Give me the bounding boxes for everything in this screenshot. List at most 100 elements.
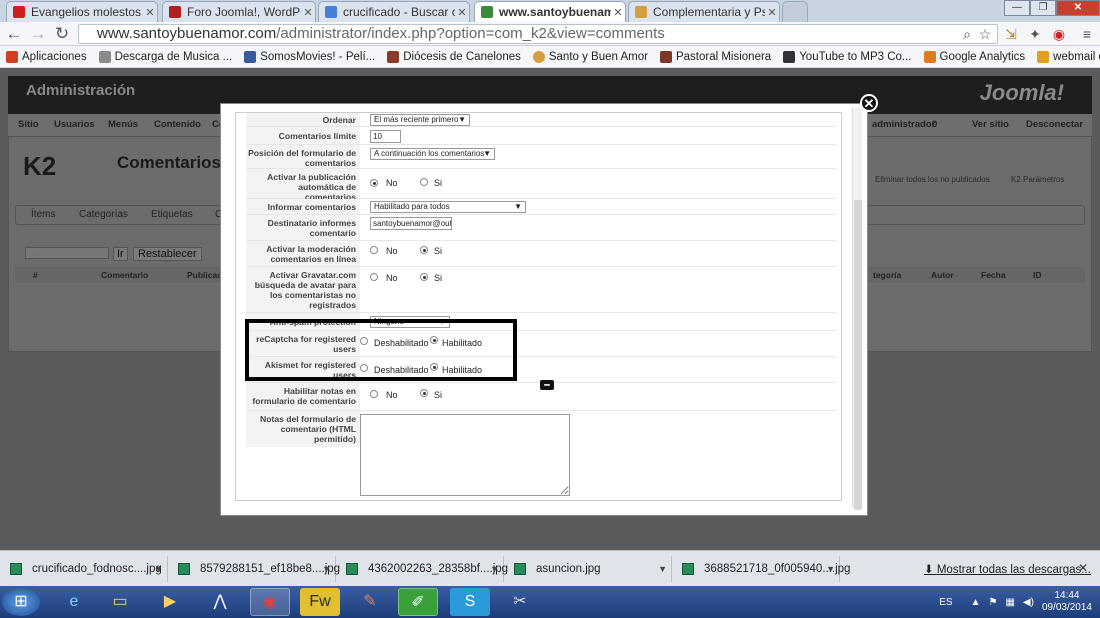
k2-params-button[interactable]: K2 Parámetros xyxy=(1011,175,1064,184)
form-position-select[interactable]: A continuación los comentarios ▼ xyxy=(370,148,495,160)
download-item[interactable]: 3688521718_0f005940....jpg ▼ xyxy=(672,556,850,582)
extension-icon[interactable]: ✦ xyxy=(1026,25,1044,43)
clock[interactable]: 14:44 09/03/2014 xyxy=(1042,590,1092,614)
back-icon[interactable]: ← xyxy=(4,24,24,44)
extension-icon[interactable]: ⇲ xyxy=(1002,25,1020,43)
menu-menus[interactable]: Menús xyxy=(108,119,138,130)
report-recipient-input[interactable]: santoybuenamor@outlo xyxy=(370,217,452,230)
reload-icon[interactable]: ↻ xyxy=(52,24,72,44)
tab-items[interactable]: Ítems xyxy=(31,209,55,220)
forward-icon[interactable]: → xyxy=(28,24,48,44)
app-icon[interactable]: ✎ xyxy=(350,588,390,616)
download-item[interactable]: asuncion.jpg ▼ xyxy=(504,556,672,582)
show-all-downloads-link[interactable]: ⬇ Mostrar todas las descargas... xyxy=(924,562,1091,576)
new-tab-button[interactable] xyxy=(782,1,808,22)
chevron-down-icon[interactable]: ▼ xyxy=(490,564,499,574)
close-window-icon[interactable]: ✕ xyxy=(1056,0,1100,16)
ordering-select[interactable]: El más reciente primero ▼ xyxy=(370,114,470,126)
tab-categorias[interactable]: Categorías xyxy=(79,209,128,220)
network-icon[interactable]: ▦ xyxy=(1005,597,1014,608)
col-comment[interactable]: Comentario xyxy=(101,270,148,280)
col-author[interactable]: Autor xyxy=(931,270,954,280)
internet-explorer-icon[interactable]: e xyxy=(54,588,94,616)
form-notes-textarea[interactable] xyxy=(360,414,570,496)
maximize-icon[interactable]: ❐ xyxy=(1030,0,1056,16)
tab-close-icon[interactable]: ✕ xyxy=(143,6,157,19)
start-button-icon[interactable]: ⊞ xyxy=(2,588,40,616)
bookmark-item[interactable]: webmail diocesis xyxy=(1037,50,1100,63)
download-item[interactable]: crucificado_fodnosc....jpg ▼ xyxy=(0,556,168,582)
reset-button[interactable]: Restablecer xyxy=(133,247,202,261)
chevron-down-icon[interactable]: ▼ xyxy=(826,564,835,574)
chevron-down-icon[interactable]: ▼ xyxy=(658,564,667,574)
tab-close-icon[interactable]: ✕ xyxy=(301,6,315,19)
app-icon[interactable]: ✐ xyxy=(398,588,438,616)
menu-icon[interactable]: ≡ xyxy=(1078,25,1096,43)
bookmark-item[interactable]: Santo y Buen Amor xyxy=(532,50,648,63)
skype-icon[interactable]: S xyxy=(450,588,490,616)
app-icon[interactable]: ⋀ xyxy=(200,588,240,616)
scrollbar-thumb[interactable] xyxy=(854,200,862,510)
bookmark-apps[interactable]: Aplicaciones xyxy=(6,50,87,63)
moderation-no-radio[interactable] xyxy=(370,246,378,254)
tab-santoybuenamor[interactable]: www.santoybuenamor.co ✕ xyxy=(474,1,626,22)
gravatar-si-radio[interactable] xyxy=(420,273,428,281)
minimize-icon[interactable]: — xyxy=(1004,0,1030,16)
go-button[interactable]: Ir xyxy=(113,247,128,261)
search-icon[interactable]: ⌕ xyxy=(958,25,976,43)
notes-no-radio[interactable] xyxy=(370,390,378,398)
url-bar[interactable]: www.santoybuenamor.com/administrator/ind… xyxy=(78,24,998,44)
chrome-icon[interactable]: ◉ xyxy=(250,588,290,616)
tab-close-icon[interactable]: ✕ xyxy=(455,6,469,19)
fireworks-icon[interactable]: Fw xyxy=(300,588,340,616)
menu-sitio[interactable]: Sitio xyxy=(18,119,39,130)
tab-foro-joomla[interactable]: Foro Joomla!, WordPress y ✕ xyxy=(162,1,316,22)
tab-google-search[interactable]: crucificado - Buscar con G ✕ xyxy=(318,1,470,22)
bookmark-item[interactable]: Google Analytics xyxy=(923,50,1025,63)
report-comments-select[interactable]: Habilitado para todos ▼ xyxy=(370,201,526,213)
col-published[interactable]: Publicad xyxy=(187,270,222,280)
collapse-icon[interactable]: ━ xyxy=(540,380,554,390)
filter-input[interactable] xyxy=(25,247,109,259)
opera-extension-icon[interactable]: ◉ xyxy=(1050,25,1068,43)
menu-usuarios[interactable]: Usuarios xyxy=(54,119,95,130)
modal-scrollbar[interactable] xyxy=(852,108,862,510)
bookmark-item[interactable]: SomosMovies! - Pelí... xyxy=(244,50,375,63)
file-explorer-icon[interactable]: ▭ xyxy=(100,588,140,616)
media-player-icon[interactable]: ▶ xyxy=(150,588,190,616)
col-id[interactable]: ID xyxy=(1033,270,1042,280)
download-item[interactable]: 8579288151_ef18be8....jpg ▼ xyxy=(168,556,340,582)
comment-limit-input[interactable]: 10 xyxy=(370,130,401,143)
tab-complementaria[interactable]: Complementaria y Psicóp ✕ xyxy=(628,1,780,22)
col-category[interactable]: tegoría xyxy=(873,270,901,280)
logout-link[interactable]: Desconectar xyxy=(1026,119,1083,130)
delete-unpublished-button[interactable]: Eliminar todos los no publicados xyxy=(875,175,1005,184)
modal-close-icon[interactable]: ✕ xyxy=(860,94,878,112)
chevron-down-icon[interactable]: ▼ xyxy=(154,564,163,574)
moderation-si-radio[interactable] xyxy=(420,246,428,254)
language-indicator[interactable]: ES xyxy=(939,597,952,608)
close-downloads-icon[interactable]: ✕ xyxy=(1078,561,1088,575)
bookmark-item[interactable]: Descarga de Musica ... xyxy=(98,50,232,63)
tab-evangelios[interactable]: Evangelios molestos - ✕ xyxy=(6,1,158,22)
autopublish-si-radio[interactable] xyxy=(420,178,428,186)
col-date[interactable]: Fecha xyxy=(981,270,1006,280)
bookmark-item[interactable]: Diócesis de Canelones xyxy=(387,50,521,63)
tab-close-icon[interactable]: ✕ xyxy=(611,6,625,19)
snipping-tool-icon[interactable]: ✂ xyxy=(500,588,540,616)
star-icon[interactable]: ☆ xyxy=(976,25,994,43)
volume-icon[interactable]: ◀) xyxy=(1023,597,1034,608)
view-site-link[interactable]: Ver sitio xyxy=(972,119,1009,130)
gravatar-no-radio[interactable] xyxy=(370,273,378,281)
autopublish-no-radio[interactable] xyxy=(370,179,378,187)
tab-etiquetas[interactable]: Etiquetas xyxy=(151,209,193,220)
show-hidden-icons-icon[interactable]: ▲ xyxy=(971,597,981,608)
bookmark-item[interactable]: YouTube to MP3 Co... xyxy=(783,50,912,63)
flag-icon[interactable]: ⚑ xyxy=(988,597,997,608)
chevron-down-icon[interactable]: ▼ xyxy=(322,564,331,574)
download-item[interactable]: 4362002263_28358bf....jpg ▼ xyxy=(336,556,508,582)
tab-close-icon[interactable]: ✕ xyxy=(765,6,779,19)
notes-si-radio[interactable] xyxy=(420,389,428,397)
bookmark-item[interactable]: Pastoral Misionera xyxy=(659,50,771,63)
menu-contenido[interactable]: Contenido xyxy=(154,119,201,130)
